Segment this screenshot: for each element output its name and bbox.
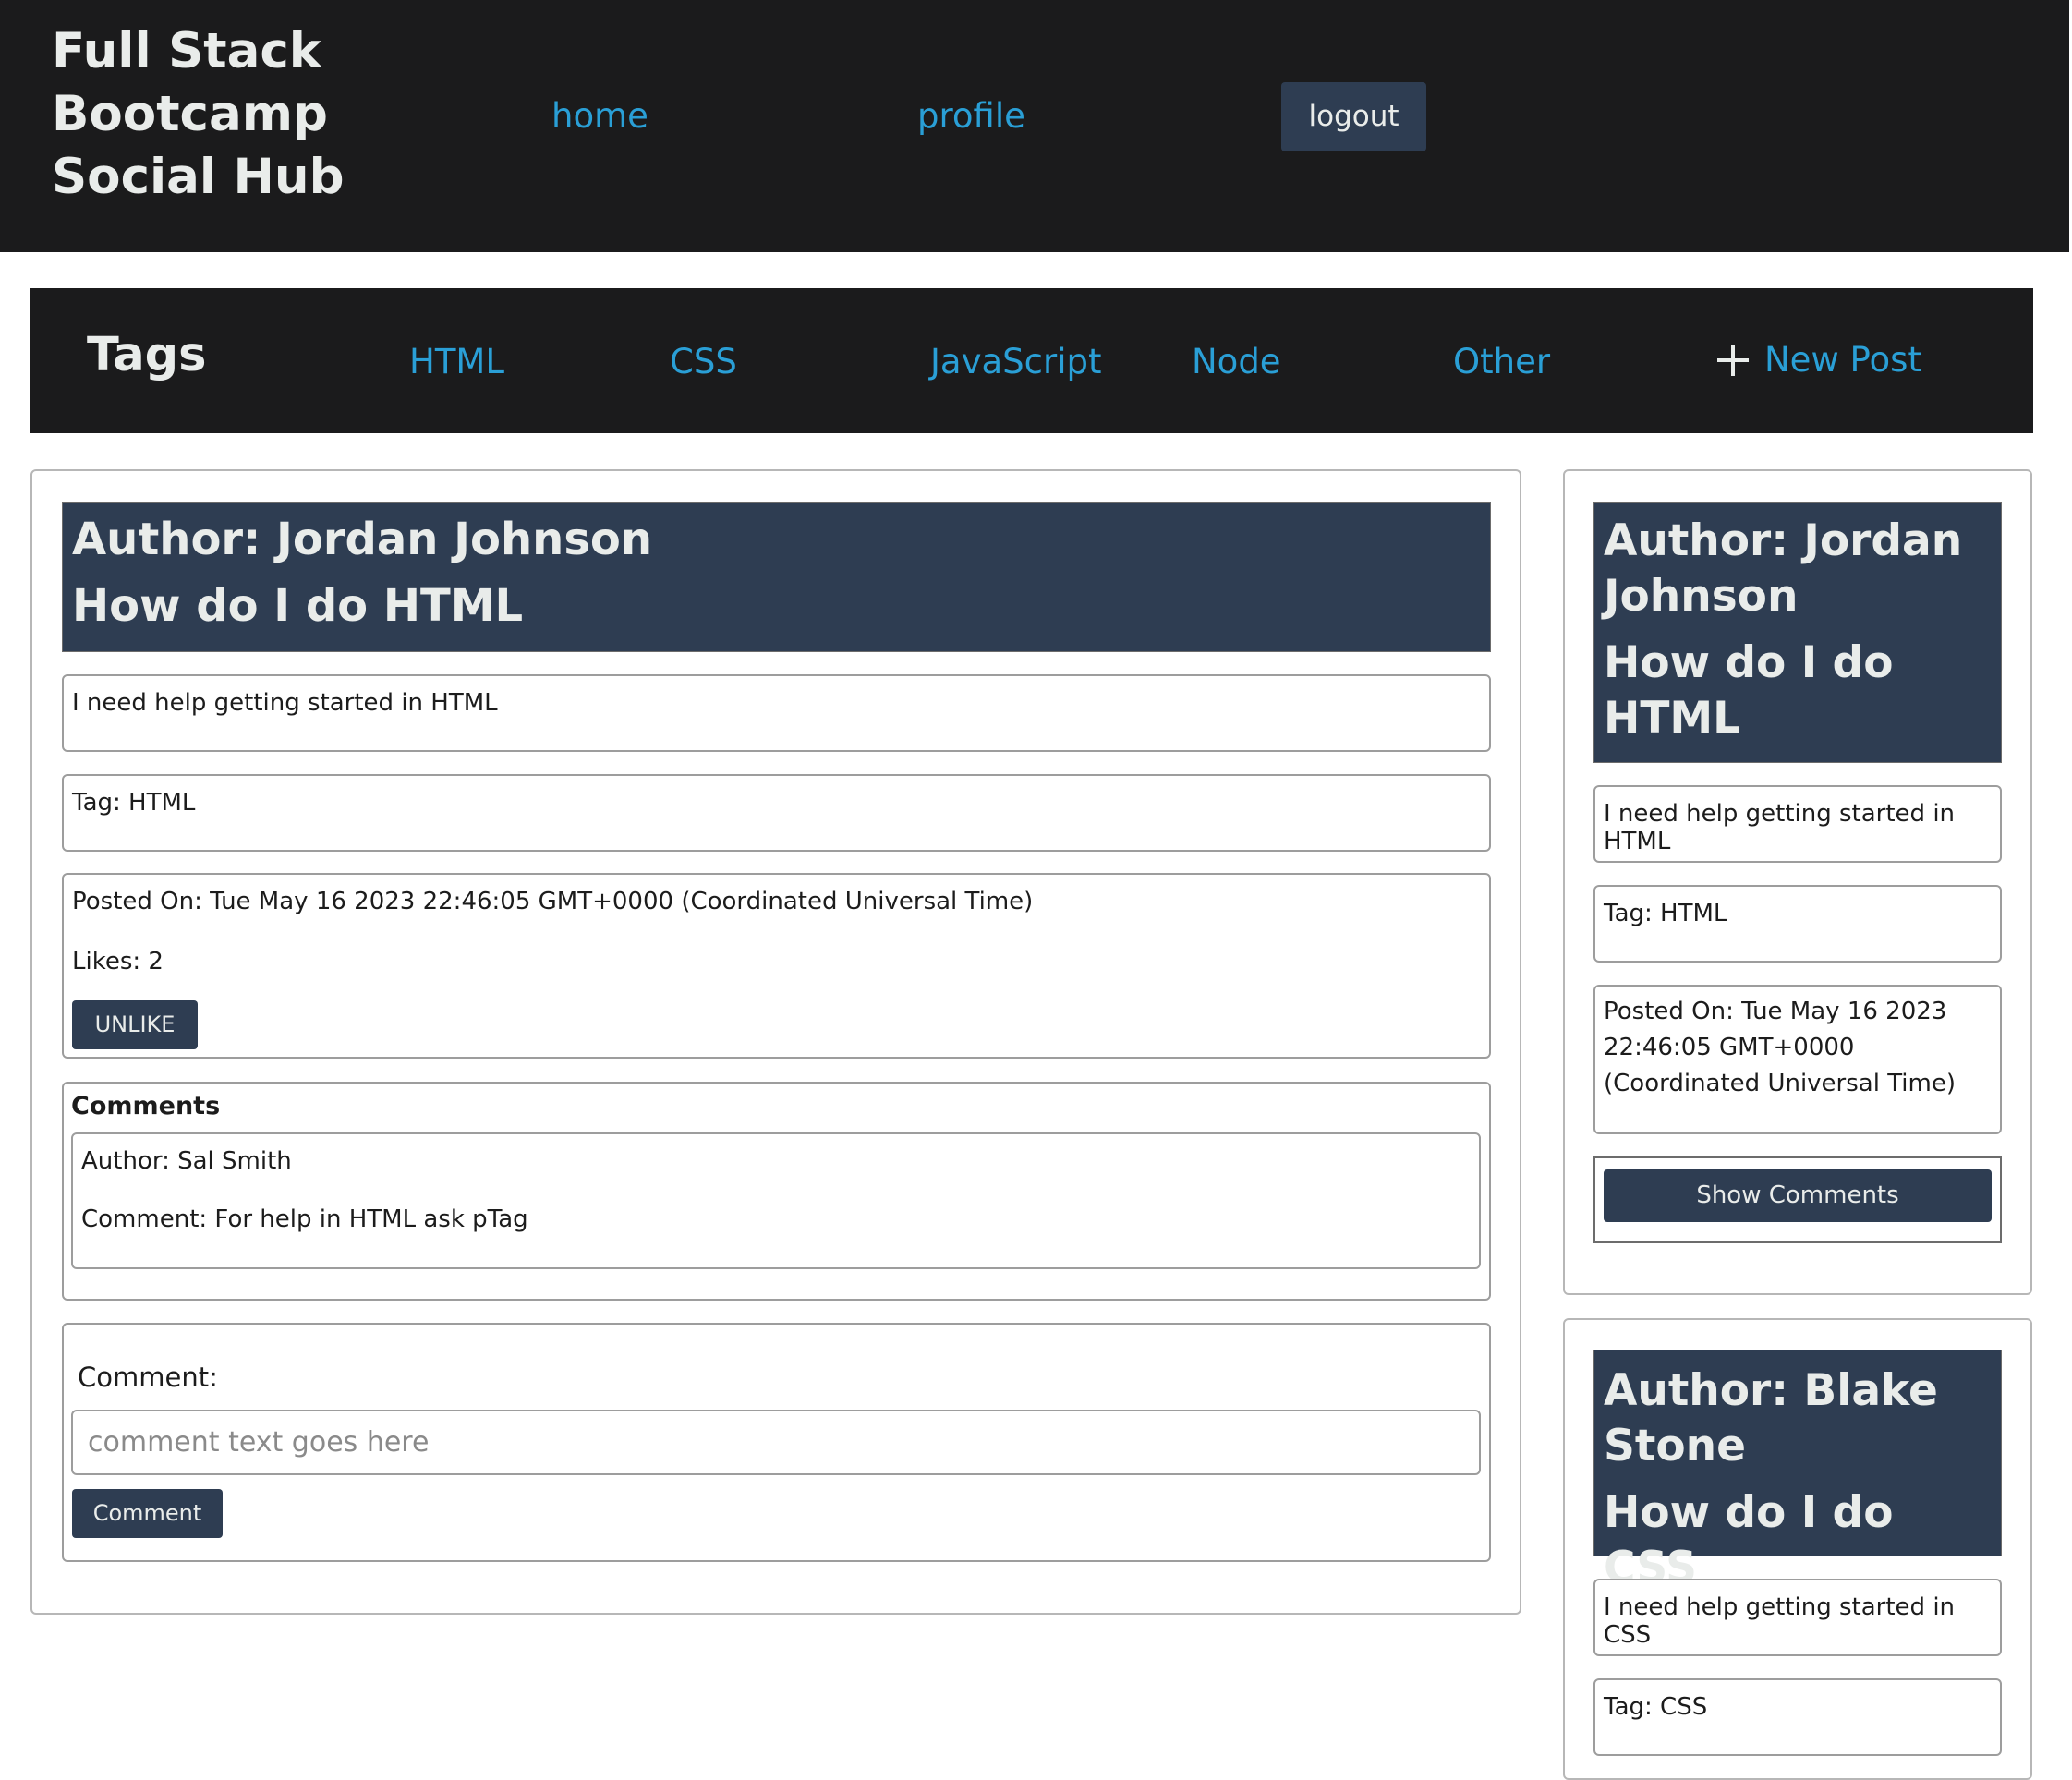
- post-title: How do I do HTML: [1604, 637, 1894, 744]
- post-author: Author: Blake Stone: [1604, 1365, 1938, 1471]
- post-likes: Likes: 2: [72, 948, 164, 975]
- post-body: I need help getting started in HTML: [1593, 785, 2002, 863]
- tags-title: Tags: [87, 328, 207, 382]
- nav-link-profile[interactable]: profile: [917, 96, 1025, 136]
- plus-icon: [1717, 344, 1749, 376]
- comment-input[interactable]: [71, 1410, 1481, 1475]
- tag-link-html[interactable]: HTML: [409, 342, 504, 381]
- post-body-text: I need help getting started in CSS: [1604, 1593, 1956, 1649]
- post-header: Author: Blake Stone How do I do CSS: [1593, 1350, 2002, 1593]
- new-post-label: New Post: [1764, 340, 1921, 380]
- post-author: Author: Jordan Johnson: [72, 514, 653, 565]
- post-tag-text: Tag: HTML: [1604, 900, 1727, 927]
- comment-text: Comment: For help in HTML ask pTag: [81, 1205, 528, 1233]
- site-title: Full Stack Bootcamp Social Hub: [52, 23, 345, 205]
- post-tag-text: Tag: CSS: [1604, 1693, 1708, 1721]
- comments-heading: Comments: [71, 1092, 221, 1120]
- comment-author: Author: Sal Smith: [81, 1147, 292, 1175]
- tag-link-css[interactable]: CSS: [670, 342, 737, 381]
- post-title: How do I do HTML: [72, 580, 524, 632]
- post-meta: Posted On: Tue May 16 2023 22:46:05 GMT+…: [1593, 985, 2002, 1134]
- post-tag: Tag: HTML: [62, 774, 1491, 852]
- post-body: I need help getting started in CSS: [1593, 1579, 2002, 1656]
- post-header: Author: Jordan Johnson How do I do HTML: [1593, 502, 2002, 763]
- unlike-button[interactable]: UNLIKE: [72, 1000, 198, 1049]
- comment-label: Comment:: [78, 1362, 218, 1393]
- post-author: Author: Jordan Johnson: [1604, 515, 1963, 622]
- comment-item: Author: Sal Smith Comment: For help in H…: [71, 1132, 1481, 1269]
- post-header: Author: Jordan Johnson How do I do HTML: [62, 502, 1491, 652]
- post-tag: Tag: HTML: [1593, 885, 2002, 963]
- post-body: I need help getting started in HTML: [62, 674, 1491, 752]
- comment-submit-button[interactable]: Comment: [72, 1489, 223, 1538]
- post-body-text: I need help getting started in HTML: [1604, 800, 1956, 855]
- nav-link-home[interactable]: home: [551, 96, 648, 136]
- post-body-text: I need help getting started in HTML: [72, 689, 498, 717]
- tag-link-other[interactable]: Other: [1453, 342, 1550, 381]
- post-meta: Posted On: Tue May 16 2023 22:46:05 GMT+…: [62, 873, 1491, 1059]
- post-tag: Tag: CSS: [1593, 1678, 2002, 1756]
- tag-link-javascript[interactable]: JavaScript: [930, 342, 1101, 381]
- post-date: Posted On: Tue May 16 2023 22:46:05 GMT+…: [72, 888, 1034, 915]
- show-comments-button[interactable]: Show Comments: [1604, 1169, 1992, 1222]
- new-post-link[interactable]: New Post: [1715, 340, 1921, 380]
- post-tag-text: Tag: HTML: [72, 789, 196, 817]
- tag-link-node[interactable]: Node: [1192, 342, 1281, 381]
- logout-button[interactable]: logout: [1281, 82, 1426, 151]
- post-date: Posted On: Tue May 16 2023 22:46:05 GMT+…: [1604, 998, 1956, 1097]
